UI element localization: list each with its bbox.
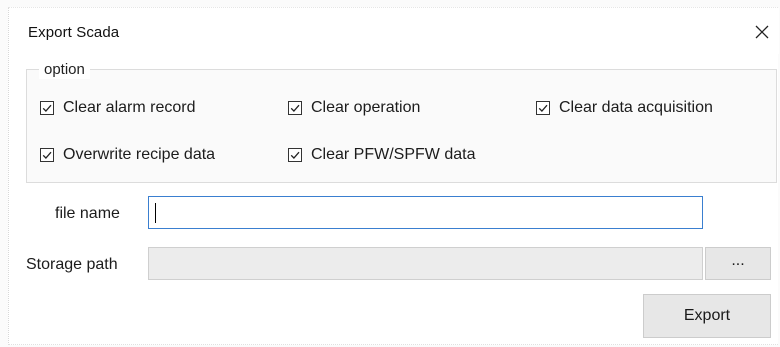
storage-path-label: Storage path bbox=[26, 256, 118, 273]
browse-button[interactable]: ... bbox=[705, 247, 771, 280]
checkbox-clear-alarm-record[interactable]: Clear alarm record bbox=[40, 97, 195, 119]
file-name-label: file name bbox=[55, 205, 120, 222]
text-caret bbox=[155, 203, 156, 223]
browse-button-label: ... bbox=[731, 251, 745, 269]
checkbox-box[interactable] bbox=[288, 101, 302, 115]
checkbox-box[interactable] bbox=[40, 148, 54, 162]
checkbox-box[interactable] bbox=[536, 101, 550, 115]
checkbox-overwrite-recipe-data[interactable]: Overwrite recipe data bbox=[40, 144, 215, 166]
checkmark-icon bbox=[42, 151, 52, 159]
checkbox-box[interactable] bbox=[40, 101, 54, 115]
checkmark-icon bbox=[290, 151, 300, 159]
export-button[interactable]: Export bbox=[643, 294, 771, 338]
title-bar: Export Scada bbox=[9, 8, 779, 54]
file-name-input[interactable] bbox=[148, 196, 703, 229]
export-button-label: Export bbox=[683, 307, 731, 324]
checkbox-label: Clear data acquisition bbox=[559, 99, 713, 116]
checkbox-clear-operation[interactable]: Clear operation bbox=[288, 97, 420, 119]
close-button[interactable] bbox=[745, 16, 779, 48]
checkmark-icon bbox=[42, 104, 52, 112]
storage-path-input[interactable] bbox=[148, 247, 703, 280]
checkbox-label: Clear PFW/SPFW data bbox=[311, 146, 476, 163]
checkbox-label: Clear operation bbox=[311, 99, 421, 116]
checkmark-icon bbox=[290, 104, 300, 112]
option-legend: option bbox=[39, 61, 90, 79]
checkbox-clear-pfw-spfw-data[interactable]: Clear PFW/SPFW data bbox=[288, 144, 475, 166]
checkmark-icon bbox=[538, 104, 548, 112]
checkbox-box[interactable] bbox=[288, 148, 302, 162]
dialog-title: Export Scada bbox=[28, 24, 120, 41]
checkbox-clear-data-acquisition[interactable]: Clear data acquisition bbox=[536, 97, 713, 119]
checkbox-label: Clear alarm record bbox=[63, 99, 196, 116]
export-scada-dialog: Export Scada option Clear alarm record C… bbox=[8, 7, 779, 345]
checkbox-label: Overwrite recipe data bbox=[63, 146, 216, 163]
close-icon bbox=[755, 25, 769, 39]
